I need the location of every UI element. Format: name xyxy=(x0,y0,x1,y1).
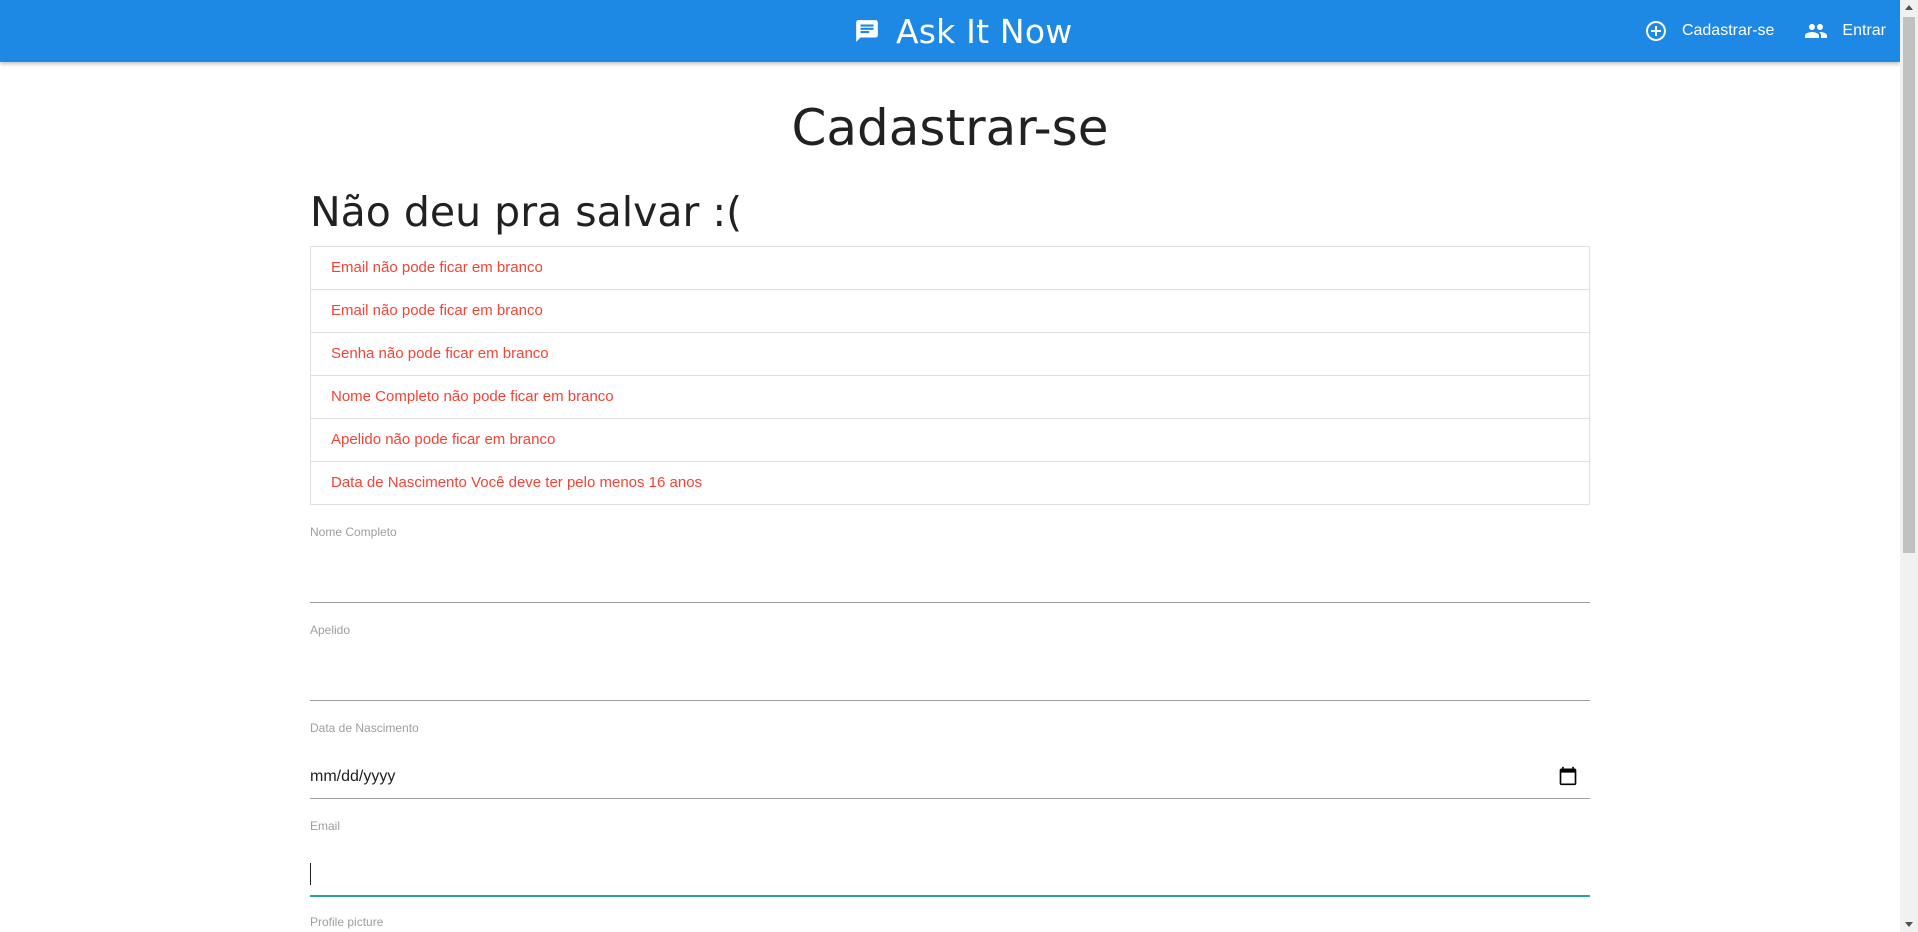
page-title: Cadastrar-se xyxy=(791,99,1109,157)
email-label: Email xyxy=(310,819,341,833)
main-content: Cadastrar-se Não deu pra salvar :( Email… xyxy=(310,62,1590,929)
birth-date-label: Data de Nascimento xyxy=(310,721,419,735)
birth-date-placeholder: mm/dd/yyyy xyxy=(310,768,396,785)
error-item: Data de Nascimento Você deve ter pelo me… xyxy=(331,474,703,491)
scrollbar-thumb[interactable] xyxy=(1903,17,1915,553)
brand[interactable]: Ask It Now xyxy=(854,0,1072,62)
nav-link-signup-label: Cadastrar-se xyxy=(1681,22,1775,39)
error-item: Email não pode ficar em branco xyxy=(311,290,1589,333)
full-name-field: Nome Completo xyxy=(310,505,1590,603)
email-input[interactable] xyxy=(310,851,1590,897)
profile-picture-field: Profile picture xyxy=(310,897,1590,929)
birth-date-input[interactable]: mm/dd/yyyy xyxy=(310,753,1590,799)
add-circle-icon xyxy=(1644,19,1668,43)
top-navbar: Ask It Now Cadastrar-se Entrar xyxy=(0,0,1900,62)
nickname-input[interactable] xyxy=(310,655,1590,701)
error-item: Apelido não pode ficar em branco xyxy=(311,419,1589,462)
page-scrollbar[interactable] xyxy=(1900,0,1918,932)
profile-picture-label: Profile picture xyxy=(310,915,384,929)
error-item: Email não pode ficar em branco xyxy=(311,247,1589,290)
nav-link-signup[interactable]: Cadastrar-se xyxy=(1644,19,1774,43)
chat-icon xyxy=(854,18,880,44)
calendar-icon[interactable] xyxy=(1558,766,1578,786)
nav-link-login[interactable]: Entrar xyxy=(1804,19,1886,43)
people-icon xyxy=(1804,19,1828,43)
full-name-input[interactable] xyxy=(310,557,1590,603)
error-list: Email não pode ficar em branco Email não… xyxy=(310,246,1590,505)
error-item: Nome Completo não pode ficar em branco xyxy=(311,376,1589,419)
scroll-up-arrow[interactable] xyxy=(1905,5,1913,10)
email-field: Email xyxy=(310,799,1590,897)
nickname-label: Apelido xyxy=(310,623,351,637)
text-caret xyxy=(310,863,311,885)
error-heading: Não deu pra salvar :( xyxy=(310,188,743,236)
nav-links: Cadastrar-se Entrar xyxy=(1614,0,1886,62)
scroll-down-arrow[interactable] xyxy=(1905,922,1913,927)
error-item: Senha não pode ficar em branco xyxy=(311,333,1589,376)
nickname-field: Apelido xyxy=(310,603,1590,701)
brand-title: Ask It Now xyxy=(896,11,1073,51)
nav-link-login-label: Entrar xyxy=(1842,22,1886,39)
birth-date-field: Data de Nascimento mm/dd/yyyy xyxy=(310,701,1590,799)
full-name-label: Nome Completo xyxy=(310,525,397,539)
